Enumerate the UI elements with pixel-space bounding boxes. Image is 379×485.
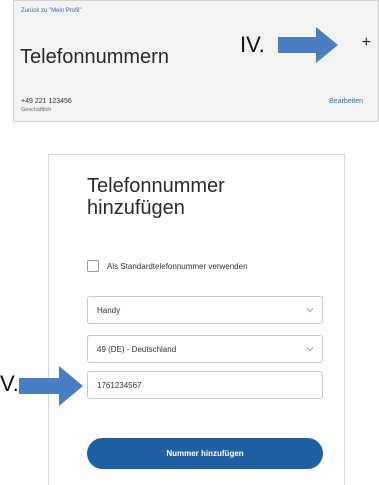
add-phone-form: Telefonnummer hinzufügen Als Standardtel… (48, 154, 345, 485)
form-title: Telefonnummer hinzufügen (87, 175, 225, 219)
chevron-down-icon (306, 308, 314, 313)
annotation-arrow-iv-icon (278, 27, 338, 63)
phone-number-input-value: 1761234567 (97, 381, 142, 390)
default-number-checkbox-row[interactable]: Als Standardtelefonnummer verwenden (87, 259, 248, 273)
edit-phone-link[interactable]: Bearbeiten (329, 98, 363, 105)
phone-type-select[interactable]: Handy (87, 296, 323, 324)
annotation-step-iv: IV. (240, 32, 265, 57)
country-code-select-value: 49 (DE) - Deutschland (97, 345, 177, 354)
annotation-step-v: V. (0, 371, 19, 396)
phone-number-value: +49 221 123456 (21, 98, 72, 105)
default-number-checkbox-label[interactable]: Als Standardtelefonnummer verwenden (107, 262, 248, 271)
chevron-down-icon (306, 347, 314, 352)
page-title: Telefonnummern (20, 46, 169, 68)
annotation-arrow-v-icon (19, 366, 83, 406)
back-to-profile-link[interactable]: Zurück zu "Mein Profil" (21, 8, 82, 14)
phone-type-label: Geschäftlich (21, 107, 52, 113)
add-number-button[interactable]: Nummer hinzufügen (87, 438, 323, 469)
phone-number-input[interactable]: 1761234567 (87, 371, 323, 399)
phone-type-select-value: Handy (97, 306, 121, 315)
default-number-checkbox[interactable] (87, 260, 99, 272)
country-code-select[interactable]: 49 (DE) - Deutschland (87, 335, 323, 363)
add-phone-button[interactable]: + (362, 35, 371, 51)
